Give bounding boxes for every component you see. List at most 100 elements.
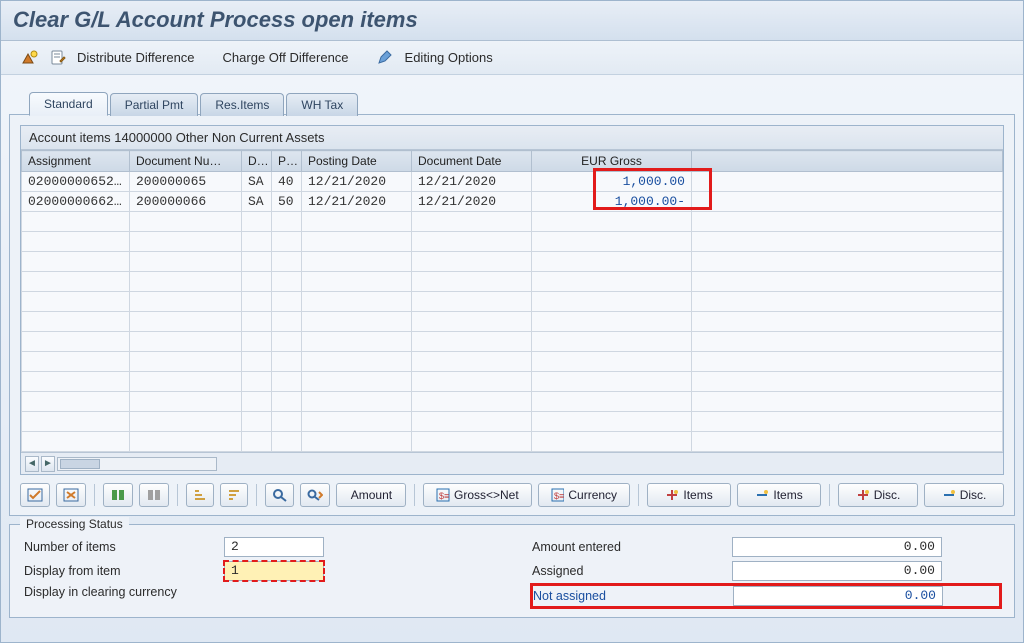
col-assignment[interactable]: Assignment	[22, 151, 130, 172]
table-row-empty[interactable]	[22, 372, 1003, 392]
table-cell-empty[interactable]	[412, 332, 532, 352]
table-row-empty[interactable]	[22, 212, 1003, 232]
items-table[interactable]: Assignment Document Nu… D… P… Posting Da…	[21, 150, 1003, 452]
table-cell[interactable]: 200000066	[130, 192, 242, 212]
table-cell-empty[interactable]	[242, 352, 272, 372]
table-cell-empty[interactable]	[22, 432, 130, 452]
table-cell-empty[interactable]	[272, 392, 302, 412]
table-cell-empty[interactable]	[692, 272, 1003, 292]
table-cell-empty[interactable]	[412, 212, 532, 232]
col-eur-gross[interactable]: EUR Gross	[532, 151, 692, 172]
table-cell-empty[interactable]	[272, 372, 302, 392]
table-cell-empty[interactable]	[272, 412, 302, 432]
table-cell-empty[interactable]	[302, 412, 412, 432]
table-cell-empty[interactable]	[22, 352, 130, 372]
select-all-button[interactable]	[20, 483, 50, 507]
table-cell-empty[interactable]	[532, 372, 692, 392]
table-cell-empty[interactable]	[272, 332, 302, 352]
activate-items-button[interactable]	[103, 483, 133, 507]
table-cell-empty[interactable]	[130, 272, 242, 292]
table-cell-empty[interactable]	[22, 232, 130, 252]
table-cell-empty[interactable]	[130, 232, 242, 252]
sort-ascending-button[interactable]	[186, 483, 214, 507]
table-cell-empty[interactable]	[22, 272, 130, 292]
table-cell-empty[interactable]	[692, 252, 1003, 272]
table-cell[interactable]: 40	[272, 172, 302, 192]
table-row[interactable]: 02000000662…200000066SA5012/21/202012/21…	[22, 192, 1003, 212]
amount-button[interactable]: Amount	[336, 483, 406, 507]
find-next-button[interactable]	[300, 483, 330, 507]
col-posting-key[interactable]: P…	[272, 151, 302, 172]
edit-document-icon[interactable]	[49, 49, 67, 67]
deactivate-items-button[interactable]	[139, 483, 169, 507]
table-cell-empty[interactable]	[22, 412, 130, 432]
table-cell-empty[interactable]	[532, 332, 692, 352]
table-cell-empty[interactable]	[412, 352, 532, 372]
table-cell[interactable]: SA	[242, 172, 272, 192]
table-cell-empty[interactable]	[412, 392, 532, 412]
table-cell-empty[interactable]	[22, 212, 130, 232]
table-cell-empty[interactable]	[22, 392, 130, 412]
table-cell-empty[interactable]	[272, 432, 302, 452]
table-cell-empty[interactable]	[532, 252, 692, 272]
table-cell-empty[interactable]	[130, 372, 242, 392]
table-row-empty[interactable]	[22, 392, 1003, 412]
table-row[interactable]: 02000000652…200000065SA4012/21/202012/21…	[22, 172, 1003, 192]
table-row-empty[interactable]	[22, 292, 1003, 312]
table-cell-empty[interactable]	[22, 332, 130, 352]
table-cell-empty[interactable]	[412, 252, 532, 272]
scroll-thumb[interactable]	[60, 459, 100, 469]
table-cell-empty[interactable]	[242, 432, 272, 452]
table-cell-empty[interactable]	[692, 292, 1003, 312]
col-document-number[interactable]: Document Nu…	[130, 151, 242, 172]
scroll-left-icon[interactable]: ◄	[25, 456, 39, 472]
table-cell[interactable]: 50	[272, 192, 302, 212]
table-cell-empty[interactable]	[302, 232, 412, 252]
table-row-empty[interactable]	[22, 252, 1003, 272]
table-cell-empty[interactable]	[692, 372, 1003, 392]
table-cell-empty[interactable]	[272, 352, 302, 372]
table-cell[interactable]: 12/21/2020	[302, 192, 412, 212]
table-row-empty[interactable]	[22, 412, 1003, 432]
chart-config-icon[interactable]	[21, 49, 39, 67]
col-document-date[interactable]: Document Date	[412, 151, 532, 172]
table-cell-empty[interactable]	[242, 372, 272, 392]
table-cell-empty[interactable]	[692, 392, 1003, 412]
table-cell-empty[interactable]	[242, 252, 272, 272]
table-cell[interactable]	[692, 192, 1003, 212]
table-cell-empty[interactable]	[302, 352, 412, 372]
table-cell-empty[interactable]	[302, 292, 412, 312]
table-cell-empty[interactable]	[272, 312, 302, 332]
table-horizontal-scrollbar[interactable]: ◄ ►	[21, 452, 1003, 474]
table-cell-empty[interactable]	[532, 272, 692, 292]
table-cell[interactable]: 200000065	[130, 172, 242, 192]
table-cell-empty[interactable]	[692, 332, 1003, 352]
find-button[interactable]	[265, 483, 295, 507]
table-cell-empty[interactable]	[412, 232, 532, 252]
table-row-empty[interactable]	[22, 432, 1003, 452]
table-cell-empty[interactable]	[302, 252, 412, 272]
table-cell-empty[interactable]	[130, 332, 242, 352]
table-cell-empty[interactable]	[692, 232, 1003, 252]
scroll-track[interactable]	[57, 457, 217, 471]
table-row-empty[interactable]	[22, 272, 1003, 292]
col-posting-date[interactable]: Posting Date	[302, 151, 412, 172]
table-cell-empty[interactable]	[532, 412, 692, 432]
table-cell[interactable]: 02000000652…	[22, 172, 130, 192]
table-row-empty[interactable]	[22, 352, 1003, 372]
table-cell-empty[interactable]	[302, 392, 412, 412]
gross-net-button[interactable]: $≡ Gross<>Net	[423, 483, 531, 507]
table-cell-empty[interactable]	[130, 212, 242, 232]
table-cell[interactable]: 1,000.00	[532, 172, 692, 192]
table-cell-empty[interactable]	[302, 372, 412, 392]
display-from-item-input[interactable]: 1	[224, 561, 324, 581]
table-row-empty[interactable]	[22, 312, 1003, 332]
table-cell-empty[interactable]	[412, 292, 532, 312]
table-cell-empty[interactable]	[242, 232, 272, 252]
disc-remove-button[interactable]: Disc.	[924, 483, 1004, 507]
table-cell-empty[interactable]	[692, 412, 1003, 432]
table-cell[interactable]: 12/21/2020	[302, 172, 412, 192]
table-cell-empty[interactable]	[130, 352, 242, 372]
table-cell-empty[interactable]	[302, 272, 412, 292]
table-cell-empty[interactable]	[532, 232, 692, 252]
